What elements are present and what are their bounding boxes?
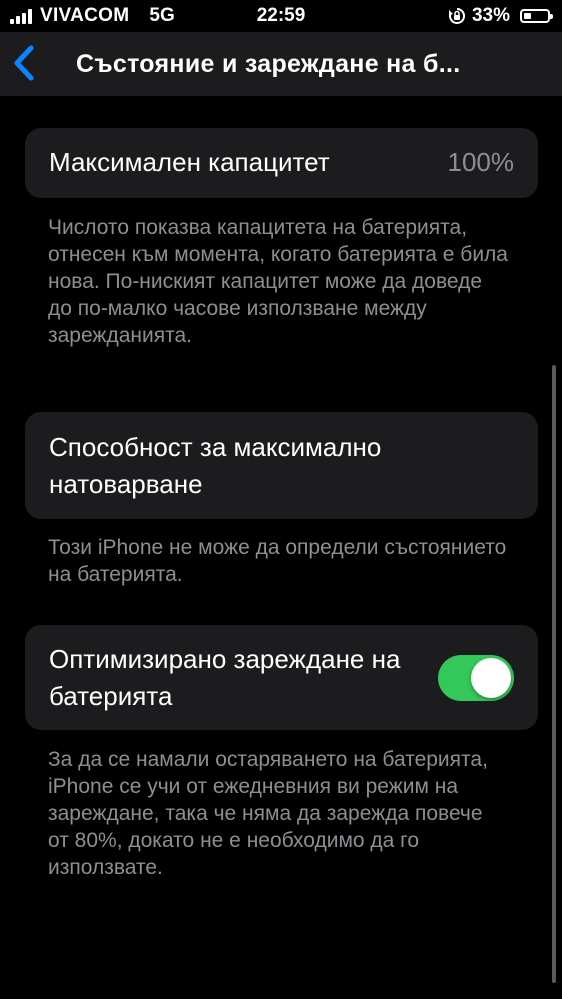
battery-percent: 33% [471, 5, 510, 26]
max-capacity-value: 100% [447, 147, 515, 177]
status-bar: VIVACOM 5G 22:59 33% [0, 0, 562, 32]
orientation-lock-icon [448, 7, 465, 24]
max-capacity-label: Максимален капацитет [49, 147, 330, 177]
battery-level-fill [524, 13, 531, 19]
navigation-bar: Състояние и зареждане на б... [0, 32, 562, 96]
optimized-charging-description: За да се намали остаряването на батерият… [48, 748, 488, 879]
optimized-charging-row: Оптимизирано зареждане на батерията [25, 625, 538, 730]
peak-performance-description: Този iPhone не може да определи състояни… [48, 536, 507, 586]
battery-icon [520, 9, 553, 23]
chevron-left-icon [14, 45, 34, 81]
toggle-knob [471, 658, 511, 698]
scrollbar[interactable] [552, 365, 556, 983]
optimized-charging-toggle[interactable] [438, 655, 514, 701]
peak-performance-row: Способност за максимално натоварване [25, 412, 538, 519]
optimized-charging-label: Оптимизирано зареждане на батерията [49, 644, 401, 711]
page-title: Състояние и зареждане на б... [76, 50, 461, 78]
max-capacity-row: Максимален капацитет 100% [25, 128, 538, 198]
max-capacity-description: Числото показва капацитета на батерията,… [48, 216, 508, 347]
back-button[interactable] [10, 44, 40, 82]
status-right: 33% [448, 5, 553, 27]
peak-performance-label: Способност за максимално натоварване [49, 432, 382, 499]
